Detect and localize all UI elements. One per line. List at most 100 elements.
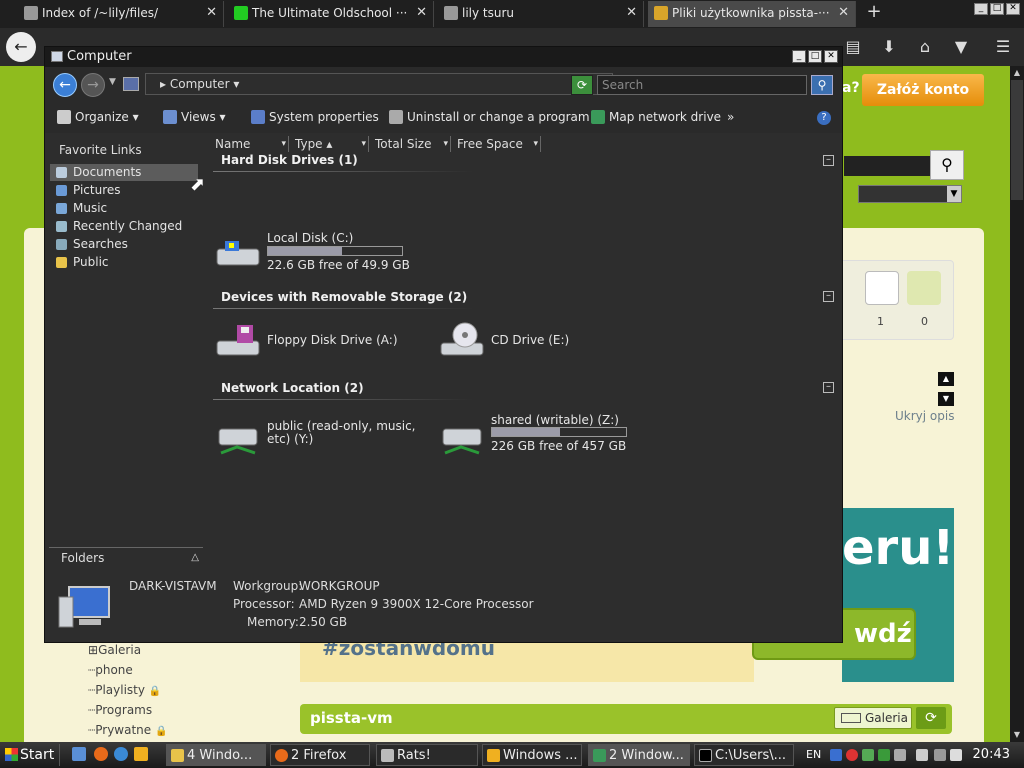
tree-item[interactable]: ┈Playlisty 🔒 bbox=[88, 680, 167, 700]
group-network-location[interactable]: Network Location (2) bbox=[221, 381, 364, 395]
task-windows[interactable]: Windows ... bbox=[482, 744, 582, 766]
page-scrollbar[interactable]: ▲ ▼ bbox=[1010, 66, 1024, 742]
task-explorer-group[interactable]: 4 Windo... bbox=[166, 744, 266, 766]
drive-e[interactable]: CD Drive (E:) bbox=[439, 321, 629, 365]
collapse-icon[interactable]: – bbox=[823, 291, 834, 302]
home-icon[interactable]: ⌂ bbox=[914, 36, 936, 58]
close-button[interactable]: ✕ bbox=[1006, 3, 1020, 15]
security-icon[interactable] bbox=[846, 749, 858, 761]
language-indicator[interactable]: EN bbox=[806, 744, 821, 766]
task-windows-group[interactable]: 2 Window... bbox=[588, 744, 690, 766]
tray-icon[interactable] bbox=[894, 749, 906, 761]
search-icon[interactable]: ⚲ bbox=[930, 150, 964, 180]
minimize-button[interactable]: _ bbox=[974, 3, 988, 15]
music-icon[interactable] bbox=[907, 271, 941, 305]
task-cmd[interactable]: C:\Users\... bbox=[694, 744, 794, 766]
maximize-button[interactable]: □ bbox=[990, 3, 1004, 15]
task-firefox[interactable]: 2 Firefox bbox=[270, 744, 370, 766]
start-button[interactable]: Start bbox=[2, 744, 60, 766]
hide-description-link[interactable]: Ukryj opis bbox=[895, 409, 954, 423]
video-icon[interactable] bbox=[865, 271, 899, 305]
bookmarks-icon[interactable]: ▤ bbox=[842, 36, 864, 58]
collapse-icon[interactable]: – bbox=[823, 382, 834, 393]
drive-z[interactable]: shared (writable) (Z:) 226 GB free of 45… bbox=[439, 413, 649, 463]
back-arrow-icon[interactable]: ← bbox=[6, 32, 36, 62]
firefox-icon[interactable] bbox=[94, 747, 108, 761]
signup-button[interactable]: Załóż konto bbox=[862, 74, 984, 106]
network-icon[interactable] bbox=[916, 749, 928, 761]
history-dropdown-icon[interactable]: ▼ bbox=[109, 77, 116, 87]
tab-lily-tsuru[interactable]: lily tsuru ✕ bbox=[438, 1, 644, 27]
close-icon[interactable]: ✕ bbox=[416, 1, 427, 25]
fav-pictures[interactable]: Pictures bbox=[50, 182, 198, 199]
system-properties-button[interactable]: System properties bbox=[251, 110, 379, 124]
organize-button[interactable]: Organize ▾ bbox=[57, 110, 139, 124]
tree-item[interactable]: ┈phone bbox=[88, 660, 167, 680]
refresh-icon[interactable]: ⟳ bbox=[916, 707, 946, 729]
window-title-bar[interactable]: Computer _ □ ✕ bbox=[45, 47, 842, 67]
site-search-input[interactable] bbox=[844, 156, 930, 176]
column-type[interactable]: Type ▴ ▾ bbox=[291, 136, 369, 152]
column-free-space[interactable]: Free Space ▾ bbox=[453, 136, 541, 152]
scrollbar-thumb[interactable] bbox=[1011, 80, 1023, 200]
search-icon[interactable]: ⚲ bbox=[811, 75, 833, 95]
task-rats[interactable]: Rats! bbox=[376, 744, 478, 766]
scroll-down-button[interactable]: ▼ bbox=[938, 392, 954, 406]
views-button[interactable]: Views ▾ bbox=[163, 110, 226, 124]
drive-y[interactable]: public (read-only, music, etc) (Y:) bbox=[215, 419, 435, 463]
tray-icon[interactable] bbox=[862, 749, 874, 761]
tree-item[interactable]: ┈Prywatne 🔒 bbox=[88, 720, 167, 740]
pocket-icon[interactable]: ▼ bbox=[950, 36, 972, 58]
column-name[interactable]: Name ▾ bbox=[211, 136, 289, 152]
tree-item[interactable]: ┈Programs bbox=[88, 700, 167, 720]
close-icon[interactable]: ✕ bbox=[838, 1, 849, 25]
tab-index-of-files[interactable]: Index of /~lily/files/ ✕ bbox=[18, 1, 224, 27]
address-field[interactable]: ▸ Computer ▾ bbox=[145, 73, 613, 95]
folders-toggle[interactable]: Folders △ bbox=[49, 547, 203, 567]
group-hard-disk-drives[interactable]: Hard Disk Drives (1) bbox=[221, 153, 358, 167]
minimize-button[interactable]: _ bbox=[792, 50, 806, 63]
map-network-drive-button[interactable]: Map network drive bbox=[591, 110, 721, 124]
close-button[interactable]: ✕ bbox=[824, 50, 838, 63]
tree-item[interactable]: ⊞Galeria bbox=[88, 640, 167, 660]
menu-icon[interactable]: ☰ bbox=[992, 36, 1014, 58]
group-removable-storage[interactable]: Devices with Removable Storage (2) bbox=[221, 290, 467, 304]
fav-music[interactable]: Music bbox=[50, 200, 198, 217]
column-total-size[interactable]: Total Size ▾ bbox=[371, 136, 451, 152]
search-input[interactable]: Search bbox=[597, 75, 807, 95]
clock[interactable]: 20:43 bbox=[973, 744, 1010, 766]
drive-a[interactable]: Floppy Disk Drive (A:) bbox=[215, 321, 435, 365]
media-icon[interactable] bbox=[134, 747, 148, 761]
collapse-icon[interactable]: – bbox=[823, 155, 834, 166]
drive-c[interactable]: Local Disk (C:) 22.6 GB free of 49.9 GB bbox=[215, 231, 435, 277]
refresh-icon[interactable]: ⟳ bbox=[571, 75, 593, 95]
gallery-button[interactable]: Galeria bbox=[834, 707, 912, 729]
maximize-button[interactable]: □ bbox=[808, 50, 822, 63]
site-select[interactable]: ▼ bbox=[858, 185, 962, 203]
scroll-down-arrow[interactable]: ▼ bbox=[1010, 728, 1024, 742]
ie-icon[interactable] bbox=[114, 747, 128, 761]
fav-public[interactable]: Public bbox=[50, 254, 198, 271]
scroll-up-button[interactable]: ▲ bbox=[938, 372, 954, 386]
close-icon[interactable]: ✕ bbox=[626, 1, 637, 25]
tray-icon[interactable] bbox=[878, 749, 890, 761]
tray-icon[interactable] bbox=[830, 749, 842, 761]
scroll-up-arrow[interactable]: ▲ bbox=[1010, 66, 1024, 80]
desktop-icon[interactable] bbox=[72, 747, 86, 761]
new-tab-button[interactable]: + bbox=[864, 2, 884, 24]
uninstall-button[interactable]: Uninstall or change a program bbox=[389, 110, 590, 124]
close-icon[interactable]: ✕ bbox=[206, 1, 217, 25]
help-icon[interactable]: ? bbox=[817, 111, 831, 125]
fav-searches[interactable]: Searches bbox=[50, 236, 198, 253]
tray-icon[interactable] bbox=[934, 749, 946, 761]
more-button[interactable]: » bbox=[727, 110, 734, 124]
fav-recently-changed[interactable]: Recently Changed bbox=[50, 218, 198, 235]
tab-oldschool[interactable]: The Ultimate Oldschool ··· ✕ bbox=[228, 1, 434, 27]
forward-icon[interactable]: → bbox=[81, 73, 105, 97]
back-icon[interactable]: ← bbox=[53, 73, 77, 97]
help-text: a? bbox=[842, 80, 860, 96]
fav-documents[interactable]: Documents bbox=[50, 164, 198, 181]
volume-icon[interactable] bbox=[950, 749, 962, 761]
tab-pissta-files[interactable]: Pliki użytkownika pissta-··· ✕ bbox=[648, 1, 856, 27]
download-icon[interactable]: ⬇ bbox=[878, 36, 900, 58]
